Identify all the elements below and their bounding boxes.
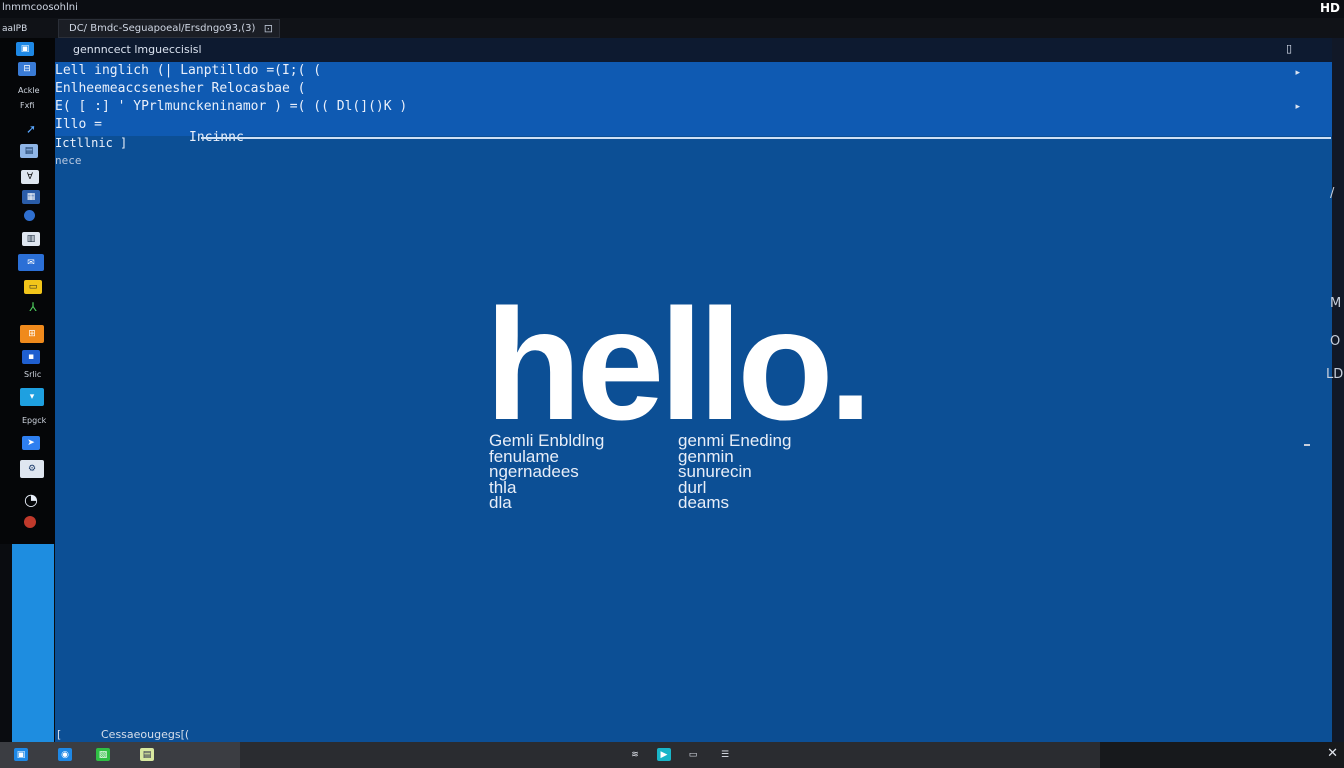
tab-close-icon[interactable]: ⊡ <box>264 22 273 35</box>
note-icon[interactable]: ▭ <box>24 280 42 294</box>
status-left: [ <box>57 728 62 741</box>
sheet-icon[interactable]: ▧ <box>96 748 110 761</box>
edge-glyph: / <box>1330 186 1335 201</box>
gear-icon[interactable]: ⚙ <box>20 460 44 478</box>
editor-header: gennncect lmgueccisisl ▯ <box>55 38 1332 62</box>
warning-icon[interactable]: ⊞ <box>20 325 44 343</box>
app-title: lnmmcoosohlni <box>2 2 78 13</box>
left-dock: ▣ ⊟ Ackle Fxfi ➚ ▤ ∀ ▦ ▥ ✉ ▭ ⅄ ⊞ ▪ Srlic… <box>0 38 55 544</box>
code-line: E( [ :] ' YPrlmunckeninamor ) =( (( Dl(]… <box>55 99 408 114</box>
pin-icon[interactable]: ➚ <box>22 122 40 136</box>
taskbar-right <box>1100 742 1344 768</box>
scroll-arrow-icon[interactable]: ▸ <box>1295 102 1300 112</box>
hero-right-column: genmi Eneding genmin sunurecin durl deam… <box>678 432 791 512</box>
dock-label: Fxfi <box>20 101 35 110</box>
tree-icon[interactable]: ⅄ <box>24 300 42 314</box>
status-text: Cessaeougegs[( <box>101 728 190 741</box>
window-icon[interactable]: ▣ <box>16 42 34 56</box>
user-icon[interactable] <box>24 516 36 528</box>
hd-badge: HD <box>1319 1 1340 15</box>
right-edge-panel <box>1332 38 1344 742</box>
hero-right-line: deams <box>678 493 730 512</box>
folder-icon[interactable]: ⊟ <box>18 62 36 76</box>
code-line: Lell inglich (| Lanptilldo =(I;( ( <box>55 63 322 78</box>
dock-label: Srlic <box>24 370 42 379</box>
code-panel[interactable]: Lell inglich (| Lanptilldo =(I;( ( Enlhe… <box>55 62 1332 136</box>
tray-icon[interactable]: ≋ <box>628 748 642 761</box>
chat-icon[interactable]: ▾ <box>20 388 44 406</box>
dock-label: Epgck <box>22 416 47 425</box>
browser-icon[interactable]: ◉ <box>58 748 72 761</box>
tray-monitor-icon[interactable]: ▭ <box>686 748 700 761</box>
dock-label: Ackle <box>18 86 40 95</box>
hero-left-line: dla <box>489 493 512 512</box>
edge-glyph: M <box>1330 296 1342 311</box>
hero-left-column: Gemli Enbldlng fenulame ngernadees thla … <box>489 432 604 512</box>
code-line: Illo = <box>55 117 102 132</box>
dock-accent-strip <box>12 544 54 742</box>
send-icon[interactable]: ➤ <box>22 436 40 450</box>
code-line: Enlheemeaccsenesher Relocasbae ( <box>55 81 306 96</box>
tray-chat-icon[interactable]: ▶ <box>657 748 671 761</box>
edge-tick <box>1304 444 1310 446</box>
code-line: Ictllnic ] <box>55 136 128 150</box>
document-tab-label: DC/ Bmdc-Seguapoeal/Ersdngo93,(3) <box>69 23 256 34</box>
vs-icon[interactable]: ∀ <box>21 170 39 184</box>
start-icon[interactable]: ▣ <box>14 748 28 761</box>
taskbar-left <box>0 742 240 768</box>
scroll-arrow-icon[interactable]: ▸ <box>1295 68 1300 78</box>
tray-list-icon[interactable]: ☰ <box>718 748 732 761</box>
square-icon[interactable]: ▪ <box>22 350 40 364</box>
taskbar: ▣ ◉ ▧ ▤ ≋ ▶ ▭ ☰ ✕ <box>0 742 1344 768</box>
grid-icon[interactable]: ▦ <box>22 190 40 204</box>
edge-glyph: LD <box>1326 367 1344 382</box>
document-tab[interactable]: DC/ Bmdc-Seguapoeal/Ersdngo93,(3) ⊡ <box>58 19 280 38</box>
code-line: nece <box>55 154 82 167</box>
code-divider <box>201 137 1331 139</box>
clock-icon[interactable]: ◔ <box>22 490 40 509</box>
app-menu-label[interactable]: aaIPB <box>2 24 27 34</box>
status-bar: [ Cessaeougegs[( <box>55 728 455 742</box>
title-bar: lnmmcoosohlni HD <box>0 0 1344 18</box>
editor-title: gennncect lmgueccisisl <box>73 43 202 56</box>
mail-icon[interactable]: ✉ <box>18 254 44 271</box>
edge-glyph: O <box>1330 334 1341 349</box>
hero-headline: hello. <box>485 277 873 453</box>
panel-icon[interactable]: ▥ <box>22 232 40 246</box>
restore-icon[interactable]: ▯ <box>1286 42 1292 55</box>
close-icon[interactable]: ✕ <box>1327 746 1338 761</box>
file-icon[interactable]: ▤ <box>140 748 154 761</box>
dot-icon[interactable] <box>24 210 35 221</box>
terminal-icon[interactable]: ▤ <box>20 144 38 158</box>
